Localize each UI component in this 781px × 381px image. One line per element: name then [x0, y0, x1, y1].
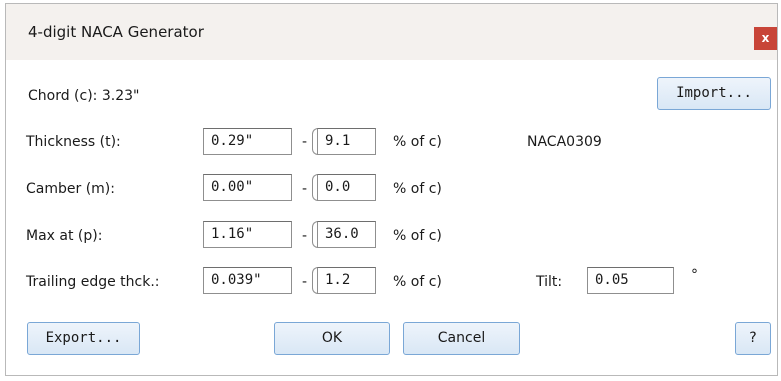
naca-code: NACA0309 [527, 134, 602, 150]
max-at-abs-input[interactable]: 1.16" [203, 221, 292, 248]
tilt-degree-unit: ° [691, 267, 698, 283]
tilt-label: Tilt: [536, 274, 563, 290]
thickness-suffix: % of c) [393, 134, 442, 150]
thickness-dash: - [302, 134, 308, 150]
window-title: 4-digit NACA Generator [28, 23, 204, 41]
trailing-edge-dash: - [302, 274, 308, 290]
trailing-edge-abs-input[interactable]: 0.039" [203, 267, 292, 294]
help-button[interactable]: ? [735, 322, 771, 355]
camber-dash: - [302, 181, 308, 197]
trailing-edge-suffix: % of c) [393, 274, 442, 290]
camber-abs-input[interactable]: 0.00" [203, 174, 292, 201]
max-at-label: Max at (p): [26, 228, 103, 244]
tilt-input[interactable]: 0.05 [587, 267, 674, 294]
thickness-pct-input[interactable]: 9.1 [317, 128, 376, 155]
title-bar: 4-digit NACA Generator x [6, 4, 777, 60]
thickness-label: Thickness (t): [26, 134, 121, 150]
export-button[interactable]: Export... [27, 322, 140, 355]
cancel-button[interactable]: Cancel [403, 322, 520, 355]
close-button[interactable]: x [754, 27, 777, 50]
camber-label: Camber (m): [26, 181, 115, 197]
chord-label: Chord (c): 3.23" [28, 88, 140, 104]
import-button[interactable]: Import... [657, 77, 771, 110]
camber-pct-input[interactable]: 0.0 [317, 174, 376, 201]
naca-generator-dialog: 4-digit NACA Generator x Chord (c): 3.23… [5, 3, 778, 376]
trailing-edge-pct-input[interactable]: 1.2 [317, 267, 376, 294]
trailing-edge-label: Trailing edge thck.: [26, 274, 160, 290]
max-at-dash: - [302, 228, 308, 244]
ok-button[interactable]: OK [274, 322, 390, 355]
thickness-abs-input[interactable]: 0.29" [203, 128, 292, 155]
camber-suffix: % of c) [393, 181, 442, 197]
max-at-pct-input[interactable]: 36.0 [317, 221, 376, 248]
max-at-suffix: % of c) [393, 228, 442, 244]
